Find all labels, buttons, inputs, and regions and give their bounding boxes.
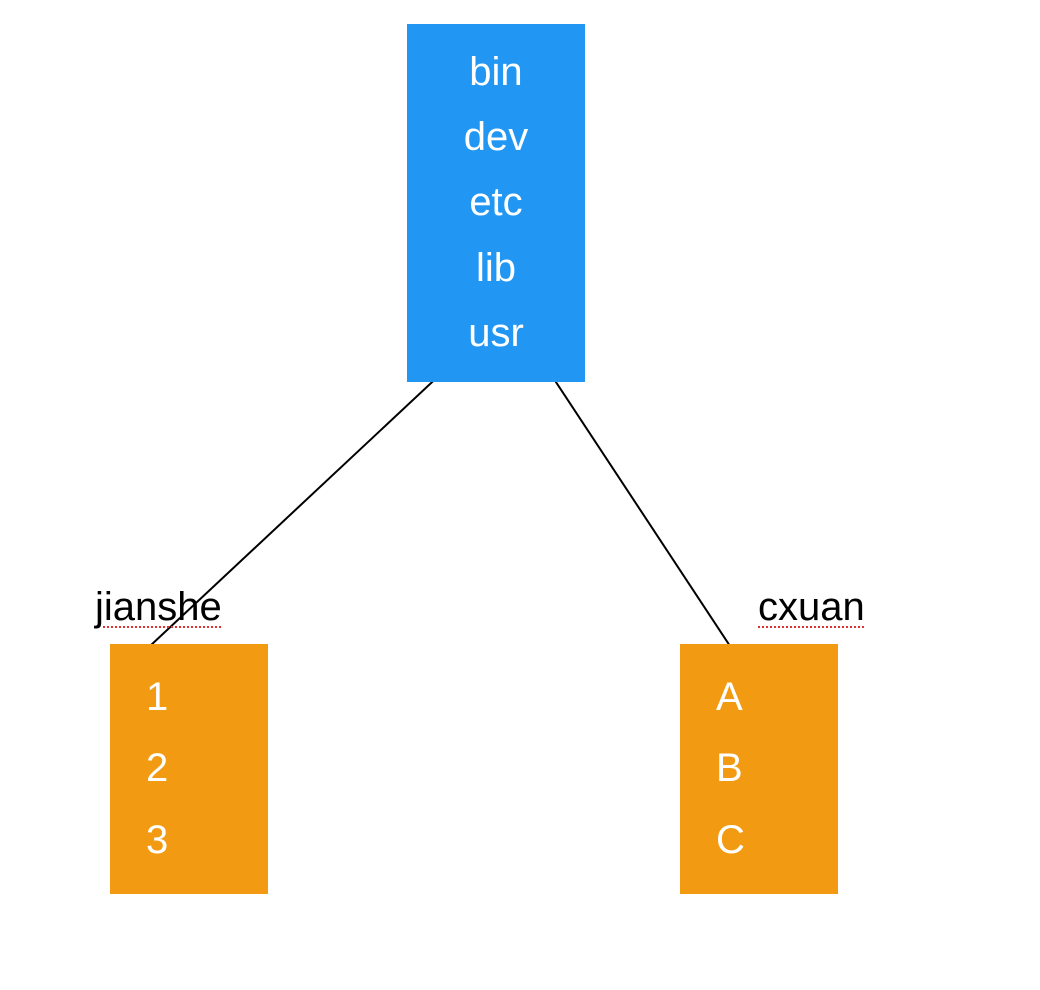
child-item-1: 1 (146, 675, 168, 720)
child-box-jianshe: 1 2 3 (110, 644, 268, 894)
root-item-lib: lib (476, 246, 516, 291)
root-directory-box: bin dev etc lib usr (407, 24, 585, 382)
child-item-b: B (716, 746, 743, 791)
child-box-cxuan: A B C (680, 644, 838, 894)
root-item-bin: bin (469, 50, 522, 95)
child-item-c: C (716, 818, 745, 863)
root-item-usr: usr (468, 311, 524, 356)
child-label-cxuan: cxuan (758, 585, 865, 630)
root-item-etc: etc (469, 180, 522, 225)
directory-tree-diagram: bin dev etc lib usr jianshe 1 2 3 cxuan … (0, 0, 1040, 990)
child-item-3: 3 (146, 818, 168, 863)
root-item-dev: dev (464, 115, 529, 160)
child-item-a: A (716, 675, 743, 720)
connector-right (548, 370, 730, 646)
child-label-jianshe: jianshe (95, 585, 222, 630)
child-item-2: 2 (146, 746, 168, 791)
